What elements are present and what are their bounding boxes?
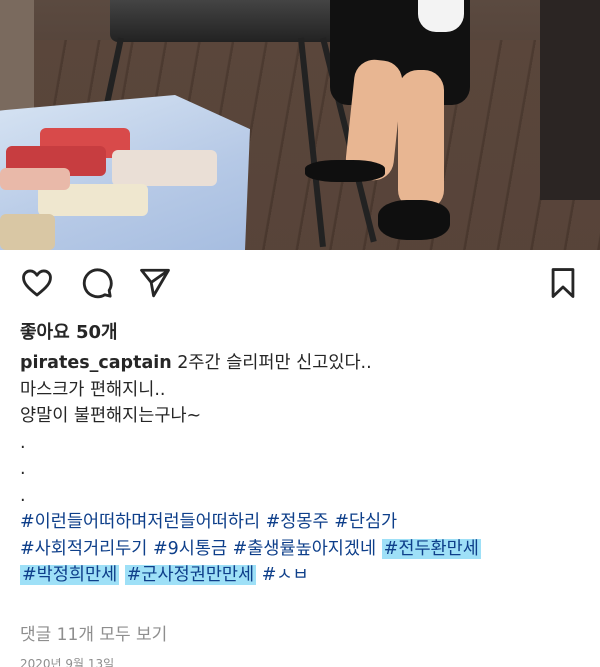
likes-count[interactable]: 좋아요 50개 xyxy=(20,318,118,344)
comment-icon[interactable] xyxy=(80,266,114,300)
hashtag-link-highlighted[interactable]: #군사정권만만세 xyxy=(124,565,257,585)
photo-slipper xyxy=(378,200,450,240)
hashtag-link[interactable]: #ㅅㅂ xyxy=(262,565,309,585)
post-action-bar xyxy=(0,258,600,308)
photo-grill xyxy=(110,0,340,42)
hashtag-link[interactable]: #9시통금 xyxy=(153,539,227,559)
photo-meat-tray xyxy=(0,168,70,190)
caption-line: . xyxy=(20,459,26,479)
caption-line: 마스크가 편해지니.. xyxy=(20,379,166,400)
photo-food-bowl xyxy=(0,214,55,250)
hashtag-link-highlighted[interactable]: #전두환만세 xyxy=(381,538,481,559)
hashtag-link[interactable]: #단심가 xyxy=(334,512,397,532)
photo-wall xyxy=(0,0,34,110)
hashtag-line: #박정희만세 #군사정권만만세 #ㅅㅂ xyxy=(20,562,585,589)
hashtag-link[interactable]: #사회적거리두기 xyxy=(20,539,147,559)
heart-icon[interactable] xyxy=(20,266,54,300)
hashtag-link[interactable]: #정몽주 xyxy=(266,512,329,532)
post-photo[interactable] xyxy=(0,0,600,250)
photo-slipper xyxy=(305,160,385,182)
caption-text: 2주간 슬리퍼만 신고있다.. xyxy=(177,353,372,373)
post-date: 2020년 9월 13일 xyxy=(20,657,115,667)
photo-person-leg xyxy=(398,70,444,210)
bookmark-icon[interactable] xyxy=(546,266,580,300)
hashtag-line: #사회적거리두기 #9시통금 #출생률높아지겠네 #전두환만세 xyxy=(20,536,585,563)
view-all-comments-link[interactable]: 댓글 11개 모두 보기 xyxy=(20,620,167,645)
paper-plane-icon[interactable] xyxy=(138,266,172,300)
photo-glove xyxy=(418,0,464,32)
hashtag-link-highlighted[interactable]: #박정희만세 xyxy=(20,565,120,585)
photo-food-tray xyxy=(112,150,217,186)
photo-cabinet xyxy=(540,0,600,200)
caption-line: 양말이 불편해지는구나~ xyxy=(20,406,202,426)
caption-line: . xyxy=(20,485,26,506)
post-caption: pirates_captain 2주간 슬리퍼만 신고있다.. 마스크가 편해지… xyxy=(20,350,585,589)
username-link[interactable]: pirates_captain xyxy=(20,353,172,373)
caption-line: . xyxy=(20,432,26,453)
hashtag-link[interactable]: #출생률높아지겠네 xyxy=(233,539,376,559)
hashtag-line: #이런들어떠하며저런들어떠하리 #정몽주 #단심가 xyxy=(20,509,585,536)
caption-line: pirates_captain 2주간 슬리퍼만 신고있다.. xyxy=(20,350,585,377)
hashtag-link[interactable]: #이런들어떠하며저런들어떠하리 xyxy=(20,512,260,532)
